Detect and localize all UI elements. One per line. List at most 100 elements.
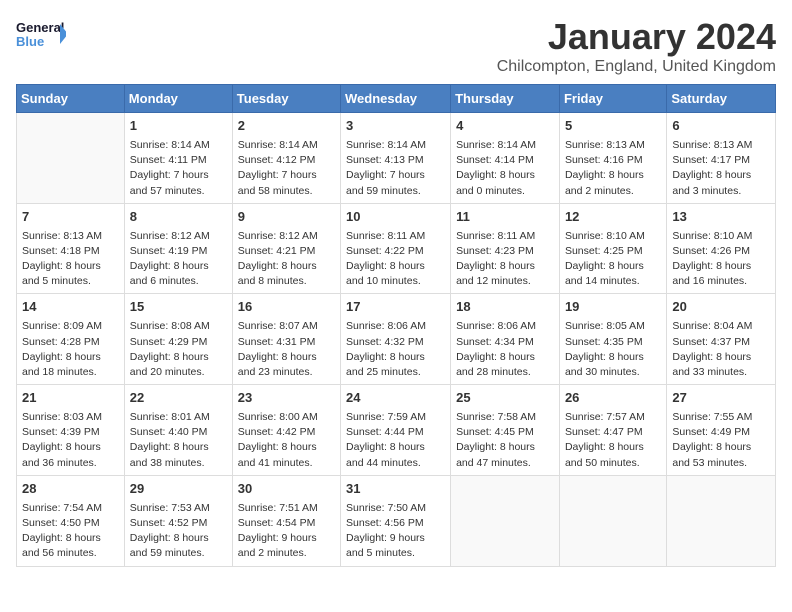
day-info: Sunrise: 8:11 AM Sunset: 4:22 PM Dayligh… [346,229,445,290]
day-info: Sunrise: 7:50 AM Sunset: 4:56 PM Dayligh… [346,501,445,562]
calendar-cell [451,475,560,566]
calendar-cell: 3 Sunrise: 8:14 AM Sunset: 4:13 PM Daylig… [341,113,451,204]
day-number: 10 [346,208,445,227]
calendar-cell: 12 Sunrise: 8:10 AM Sunset: 4:25 PM Dayli… [559,203,666,294]
title-block: January 2024 Chilcompton, England, Unite… [497,16,776,76]
calendar-cell: 14Sunrise: 8:09 AM Sunset: 4:28 PM Dayli… [17,294,125,385]
day-info: Sunrise: 7:54 AM Sunset: 4:50 PM Dayligh… [22,501,119,562]
day-info: Sunrise: 8:07 AM Sunset: 4:31 PM Dayligh… [238,319,335,380]
day-info: Sunrise: 8:04 AM Sunset: 4:37 PM Dayligh… [672,319,770,380]
calendar-week-row: 14Sunrise: 8:09 AM Sunset: 4:28 PM Dayli… [17,294,776,385]
day-info: Sunrise: 7:57 AM Sunset: 4:47 PM Dayligh… [565,410,661,471]
svg-text:General: General [16,20,64,35]
day-number: 9 [238,208,335,227]
logo: General Blue [16,16,66,56]
day-number: 3 [346,117,445,136]
page-header: General Blue January 2024 Chilcompton, E… [16,16,776,76]
calendar-cell: 8Sunrise: 8:12 AM Sunset: 4:19 PM Daylig… [124,203,232,294]
calendar-cell: 25Sunrise: 7:58 AM Sunset: 4:45 PM Dayli… [451,385,560,476]
day-info: Sunrise: 8:12 AM Sunset: 4:21 PM Dayligh… [238,229,335,290]
calendar-cell: 20Sunrise: 8:04 AM Sunset: 4:37 PM Dayli… [667,294,776,385]
day-number: 26 [565,389,661,408]
day-info: Sunrise: 8:09 AM Sunset: 4:28 PM Dayligh… [22,319,119,380]
weekday-header: Friday [559,85,666,113]
day-info: Sunrise: 8:14 AM Sunset: 4:14 PM Dayligh… [456,138,554,199]
day-number: 25 [456,389,554,408]
calendar-cell: 23 Sunrise: 8:00 AM Sunset: 4:42 PM Dayli… [232,385,340,476]
day-number: 6 [672,117,770,136]
day-number: 13 [672,208,770,227]
calendar-cell: 29 Sunrise: 7:53 AM Sunset: 4:52 PM Dayli… [124,475,232,566]
weekday-header: Monday [124,85,232,113]
day-number: 4 [456,117,554,136]
day-info: Sunrise: 8:10 AM Sunset: 4:26 PM Dayligh… [672,229,770,290]
day-info: Sunrise: 8:14 AM Sunset: 4:11 PM Dayligh… [130,138,227,199]
calendar-cell: 18 Sunrise: 8:06 AM Sunset: 4:34 PM Dayli… [451,294,560,385]
day-info: Sunrise: 7:55 AM Sunset: 4:49 PM Dayligh… [672,410,770,471]
calendar-cell: 10 Sunrise: 8:11 AM Sunset: 4:22 PM Dayli… [341,203,451,294]
day-number: 7 [22,208,119,227]
calendar-title: January 2024 [497,16,776,58]
calendar-cell: 21Sunrise: 8:03 AM Sunset: 4:39 PM Dayli… [17,385,125,476]
day-info: Sunrise: 8:14 AM Sunset: 4:13 PM Dayligh… [346,138,445,199]
weekday-header: Wednesday [341,85,451,113]
calendar-week-row: 1 Sunrise: 8:14 AM Sunset: 4:11 PM Daylig… [17,113,776,204]
day-info: Sunrise: 8:05 AM Sunset: 4:35 PM Dayligh… [565,319,661,380]
calendar-cell [667,475,776,566]
day-number: 21 [22,389,119,408]
day-info: Sunrise: 8:01 AM Sunset: 4:40 PM Dayligh… [130,410,227,471]
day-info: Sunrise: 8:10 AM Sunset: 4:25 PM Dayligh… [565,229,661,290]
weekday-header-row: SundayMondayTuesdayWednesdayThursdayFrid… [17,85,776,113]
day-number: 24 [346,389,445,408]
day-info: Sunrise: 8:06 AM Sunset: 4:34 PM Dayligh… [456,319,554,380]
calendar-cell [559,475,666,566]
day-info: Sunrise: 7:59 AM Sunset: 4:44 PM Dayligh… [346,410,445,471]
calendar-cell: 5 Sunrise: 8:13 AM Sunset: 4:16 PM Daylig… [559,113,666,204]
calendar-cell: 16 Sunrise: 8:07 AM Sunset: 4:31 PM Dayli… [232,294,340,385]
calendar-cell: 15 Sunrise: 8:08 AM Sunset: 4:29 PM Dayli… [124,294,232,385]
calendar-cell: 24 Sunrise: 7:59 AM Sunset: 4:44 PM Dayli… [341,385,451,476]
svg-text:Blue: Blue [16,34,44,49]
calendar-cell: 31 Sunrise: 7:50 AM Sunset: 4:56 PM Dayli… [341,475,451,566]
calendar-cell: 19Sunrise: 8:05 AM Sunset: 4:35 PM Dayli… [559,294,666,385]
day-info: Sunrise: 8:13 AM Sunset: 4:16 PM Dayligh… [565,138,661,199]
day-number: 15 [130,298,227,317]
day-number: 12 [565,208,661,227]
calendar-cell: 30Sunrise: 7:51 AM Sunset: 4:54 PM Dayli… [232,475,340,566]
calendar-cell: 22 Sunrise: 8:01 AM Sunset: 4:40 PM Dayli… [124,385,232,476]
day-info: Sunrise: 8:11 AM Sunset: 4:23 PM Dayligh… [456,229,554,290]
day-info: Sunrise: 7:51 AM Sunset: 4:54 PM Dayligh… [238,501,335,562]
day-number: 1 [130,117,227,136]
calendar-week-row: 7Sunrise: 8:13 AM Sunset: 4:18 PM Daylig… [17,203,776,294]
day-info: Sunrise: 8:00 AM Sunset: 4:42 PM Dayligh… [238,410,335,471]
day-number: 11 [456,208,554,227]
calendar-week-row: 28Sunrise: 7:54 AM Sunset: 4:50 PM Dayli… [17,475,776,566]
day-number: 23 [238,389,335,408]
calendar-cell: 2Sunrise: 8:14 AM Sunset: 4:12 PM Daylig… [232,113,340,204]
weekday-header: Tuesday [232,85,340,113]
calendar-cell: 28Sunrise: 7:54 AM Sunset: 4:50 PM Dayli… [17,475,125,566]
day-number: 18 [456,298,554,317]
calendar-cell: 1 Sunrise: 8:14 AM Sunset: 4:11 PM Daylig… [124,113,232,204]
day-number: 22 [130,389,227,408]
calendar-week-row: 21Sunrise: 8:03 AM Sunset: 4:39 PM Dayli… [17,385,776,476]
day-number: 17 [346,298,445,317]
calendar-cell: 6Sunrise: 8:13 AM Sunset: 4:17 PM Daylig… [667,113,776,204]
day-number: 31 [346,480,445,499]
calendar-cell: 4 Sunrise: 8:14 AM Sunset: 4:14 PM Daylig… [451,113,560,204]
calendar-cell: 13 Sunrise: 8:10 AM Sunset: 4:26 PM Dayli… [667,203,776,294]
calendar-subtitle: Chilcompton, England, United Kingdom [497,58,776,76]
weekday-header: Thursday [451,85,560,113]
day-number: 16 [238,298,335,317]
day-info: Sunrise: 8:08 AM Sunset: 4:29 PM Dayligh… [130,319,227,380]
calendar-cell [17,113,125,204]
day-number: 5 [565,117,661,136]
day-number: 29 [130,480,227,499]
day-info: Sunrise: 7:53 AM Sunset: 4:52 PM Dayligh… [130,501,227,562]
day-number: 2 [238,117,335,136]
calendar-cell: 17Sunrise: 8:06 AM Sunset: 4:32 PM Dayli… [341,294,451,385]
calendar-cell: 9 Sunrise: 8:12 AM Sunset: 4:21 PM Daylig… [232,203,340,294]
day-info: Sunrise: 8:12 AM Sunset: 4:19 PM Dayligh… [130,229,227,290]
calendar-cell: 11 Sunrise: 8:11 AM Sunset: 4:23 PM Dayli… [451,203,560,294]
day-number: 27 [672,389,770,408]
